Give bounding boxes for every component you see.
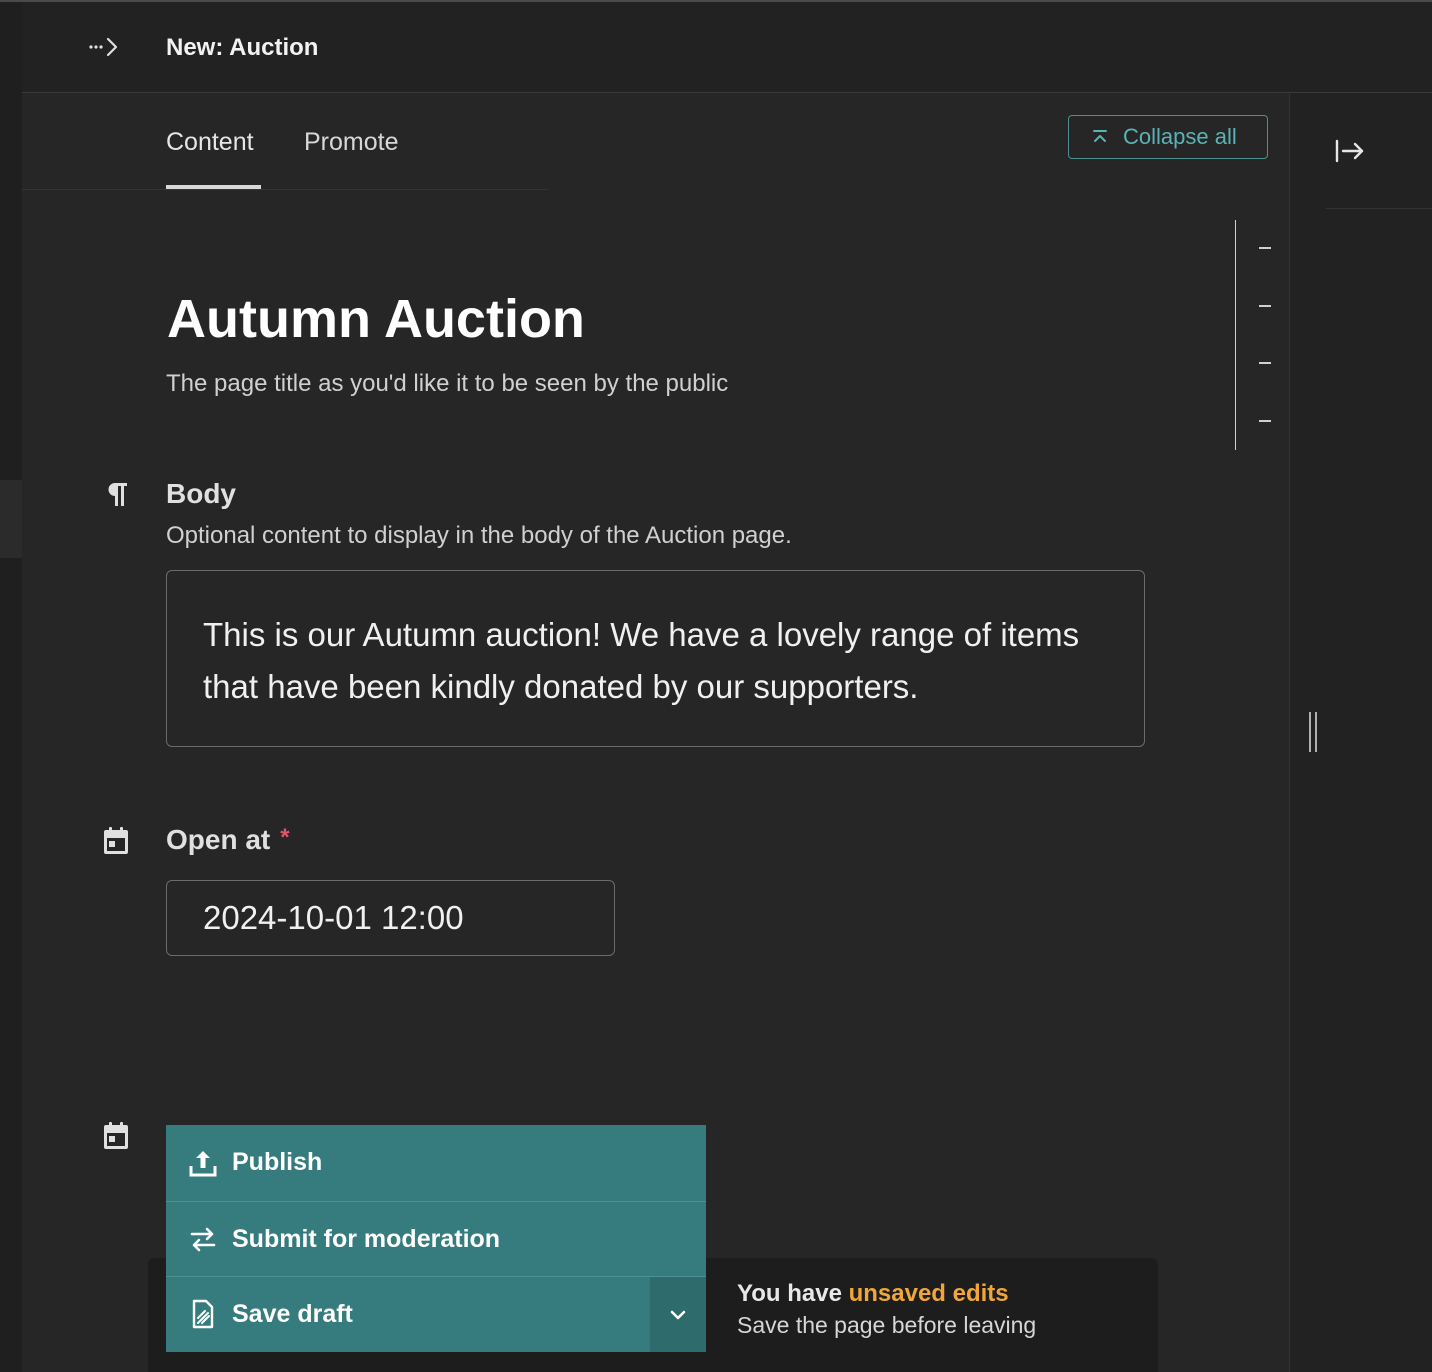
calendar-icon bbox=[104, 1122, 128, 1149]
minimap-marker[interactable] bbox=[1259, 247, 1271, 249]
save-draft-label: Save draft bbox=[232, 1299, 353, 1328]
save-draft-button[interactable]: Save draft bbox=[166, 1276, 650, 1351]
collapse-all-label: Collapse all bbox=[1123, 124, 1237, 149]
page-header: New: Auction bbox=[22, 2, 1432, 93]
unsaved-subtitle: Save the page before leaving bbox=[737, 1312, 1037, 1338]
body-help: Optional content to display in the body … bbox=[166, 522, 792, 549]
side-panel-divider bbox=[1326, 208, 1432, 209]
body-label: Body bbox=[166, 478, 236, 509]
collapse-all-button[interactable]: Collapse all bbox=[1068, 115, 1268, 159]
tab-content[interactable]: Content bbox=[166, 128, 254, 157]
tabs-divider bbox=[22, 189, 548, 190]
upload-icon bbox=[189, 1150, 217, 1176]
body-rich-text-editor[interactable]: This is our Autumn auction! We have a lo… bbox=[166, 570, 1145, 747]
open-at-datetime-input[interactable] bbox=[166, 880, 615, 956]
side-panel-toggle-button[interactable] bbox=[1332, 133, 1368, 169]
panel-resize-handle[interactable] bbox=[1308, 712, 1320, 752]
submit-for-moderation-label: Submit for moderation bbox=[232, 1224, 501, 1253]
arrow-right-to-line-icon bbox=[1335, 139, 1364, 163]
required-indicator: * bbox=[280, 824, 290, 851]
page-title-help: The page title as you'd like it to be se… bbox=[166, 370, 729, 397]
unsaved-highlight: unsaved edits bbox=[848, 1280, 1009, 1307]
minimap-marker[interactable] bbox=[1259, 305, 1271, 307]
minimap-track bbox=[1235, 220, 1236, 450]
collapse-up-icon bbox=[1093, 130, 1107, 142]
dots-chevron-right-icon bbox=[89, 37, 118, 57]
calendar-icon bbox=[104, 827, 128, 854]
swap-arrows-icon bbox=[190, 1227, 216, 1252]
minimap-marker[interactable] bbox=[1259, 420, 1271, 422]
breadcrumb-toggle-button[interactable] bbox=[86, 32, 122, 62]
pilcrow-icon bbox=[108, 483, 127, 506]
left-sidebar-rail bbox=[0, 2, 22, 1372]
open-at-label: Open at * bbox=[166, 824, 290, 856]
tab-promote[interactable]: Promote bbox=[304, 128, 398, 157]
resize-grip-icon bbox=[1309, 712, 1317, 752]
more-actions-toggle-button[interactable] bbox=[650, 1276, 706, 1352]
draft-document-icon bbox=[192, 1299, 214, 1329]
unsaved-status: You have unsaved edits bbox=[737, 1280, 1009, 1308]
header-title: New: Auction bbox=[166, 34, 319, 61]
publish-button[interactable]: Publish bbox=[166, 1125, 706, 1200]
sidebar-rail-highlight bbox=[0, 480, 22, 558]
open-at-label-text: Open at bbox=[166, 824, 271, 855]
action-menu: Publish Submit for moderation Save draft bbox=[166, 1125, 706, 1352]
minimap-marker[interactable] bbox=[1259, 362, 1271, 364]
submit-for-moderation-button[interactable]: Submit for moderation bbox=[166, 1201, 706, 1276]
unsaved-prefix: You have bbox=[737, 1280, 849, 1307]
page-title[interactable]: Autumn Auction bbox=[167, 288, 585, 350]
publish-label: Publish bbox=[232, 1148, 323, 1176]
chevron-down-icon bbox=[670, 1310, 686, 1319]
content-minimap bbox=[1235, 220, 1275, 450]
